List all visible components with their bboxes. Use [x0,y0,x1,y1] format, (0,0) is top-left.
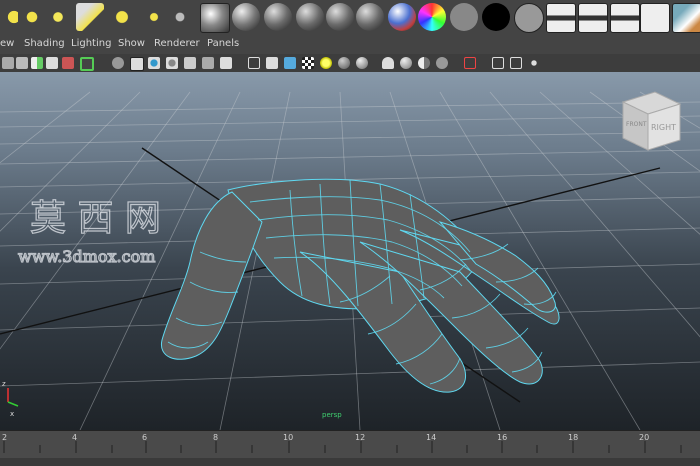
panel-menubar: ew Shading Lighting Show Renderer Panels [0,36,700,54]
spotlight-cone-icon[interactable] [76,3,104,31]
gray-sphere-icon[interactable] [264,3,292,31]
cube-blue-icon[interactable] [284,57,296,69]
xray-icon[interactable] [220,57,232,69]
node-icon[interactable] [528,57,540,69]
cube-shaded-icon[interactable] [266,57,278,69]
2d-pan-zoom-icon[interactable] [62,57,74,69]
textured-icon[interactable] [166,57,178,69]
menu-lighting[interactable]: Lighting [71,38,111,49]
clapper-icon[interactable] [546,3,576,33]
lights-icon[interactable] [184,57,196,69]
gray-circle-icon[interactable] [450,3,478,31]
time-tick-label: 18 [568,433,579,442]
gray-sphere-icon[interactable] [326,3,354,31]
time-slider[interactable]: 2 4 6 8 10 12 14 16 18 20 [0,430,700,466]
perspective-viewport[interactable]: 莫 西 网 www.3dmox.com FRONT RIGHT persp z … [0,72,700,430]
gizmo-z-label: z [2,380,6,388]
sphere-dark-icon[interactable] [338,57,350,69]
clapper-icon[interactable] [578,3,608,33]
directional-light-icon[interactable] [18,3,46,31]
light-yellow-icon[interactable] [320,57,332,69]
menu-panels[interactable]: Panels [207,38,239,49]
gizmo-x-label: x [10,410,14,418]
shadows-icon[interactable] [202,57,214,69]
watermark-chinese: 莫 西 网 [30,198,161,239]
gray-circle-icon[interactable] [514,3,544,33]
checker-icon[interactable] [302,57,314,69]
time-tick-label: 4 [72,433,78,442]
shelf [0,0,700,37]
bookmark-icon[interactable] [31,57,43,69]
viewport-scene: 莫 西 网 www.3dmox.com FRONT RIGHT persp z … [0,91,700,430]
gray-sphere-icon[interactable] [296,3,324,31]
lock-camera-icon[interactable] [16,57,28,69]
grid-toggle-icon[interactable] [492,57,504,69]
time-tick-label: 6 [142,433,148,442]
menu-renderer[interactable]: Renderer [154,38,200,49]
gray-sphere-icon[interactable] [200,3,230,33]
time-slider-ticks [0,441,700,466]
gray-ball-icon[interactable] [436,57,448,69]
menu-view[interactable]: ew [0,38,14,49]
point-light-icon[interactable] [44,3,72,31]
wireframe-on-shaded-icon[interactable] [148,57,160,69]
half-sphere-icon[interactable] [418,57,430,69]
select-camera-icon[interactable] [2,57,14,69]
time-tick-label: 2 [2,433,8,442]
black-circle-icon[interactable] [482,3,510,31]
menu-show[interactable]: Show [118,38,145,49]
isolate-select-icon[interactable] [464,57,476,69]
ramp-shader-icon[interactable] [388,3,416,31]
sphere-light-icon[interactable] [356,57,368,69]
camera-label: persp [322,411,342,419]
view-cube-front-label: FRONT [626,121,647,128]
panel-toolbar [0,54,700,73]
light-rig-icon[interactable] [166,3,194,31]
time-tick-label: 20 [639,433,650,442]
rainbow-shader-icon[interactable] [418,3,446,31]
area-light-icon[interactable] [108,3,136,31]
image-plane-icon[interactable] [46,57,58,69]
hand-mesh[interactable] [160,178,560,393]
time-tick-label: 8 [213,433,219,442]
time-tick-label: 12 [355,433,366,442]
time-tick-label: 16 [497,433,508,442]
smooth-shade-icon[interactable] [130,57,144,71]
watermark-url: www.3dmox.com [18,247,155,266]
volume-light-icon[interactable] [140,3,168,31]
view-cube[interactable]: FRONT RIGHT [621,91,682,151]
film-gate-icon[interactable] [80,57,94,71]
clapper-batch-icon[interactable] [610,3,640,33]
time-tick-label: 14 [426,433,437,442]
menu-shading[interactable]: Shading [24,38,65,49]
checklist-icon[interactable] [640,3,670,33]
sphere-dome-icon[interactable] [400,57,412,69]
gray-sphere-icon[interactable] [232,3,260,31]
view-cube-right-label: RIGHT [651,123,676,132]
cube-wire-icon[interactable] [248,57,260,69]
wireframe-icon[interactable] [112,57,124,69]
layout-icon[interactable] [510,57,522,69]
time-tick-label: 10 [283,433,294,442]
gray-sphere-icon[interactable] [356,3,384,31]
render-view-icon[interactable] [672,3,700,33]
person-icon[interactable] [382,57,394,69]
